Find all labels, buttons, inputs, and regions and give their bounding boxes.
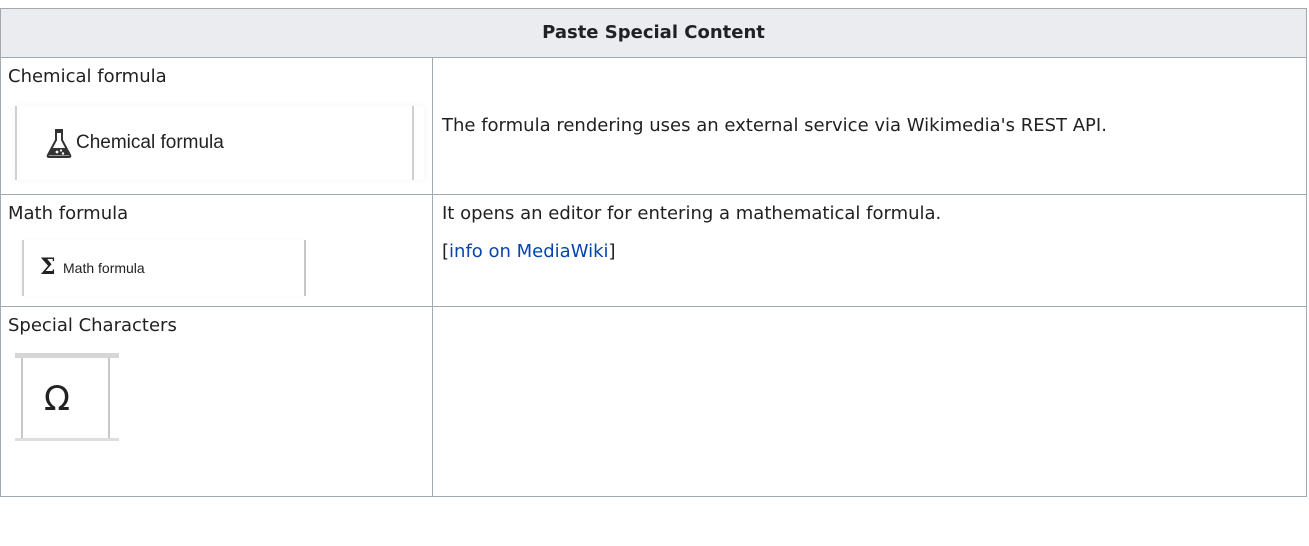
math-formula-button-screenshot: Σ Math formula	[22, 240, 306, 297]
feature-cell: Special Characters Ω	[0, 306, 433, 497]
table-row: Special Characters Ω	[0, 306, 1307, 497]
feature-description: It opens an editor for entering a mathem…	[442, 203, 942, 224]
feature-description: The formula rendering uses an external s…	[442, 114, 1107, 136]
feature-name: Special Characters	[8, 315, 177, 336]
page: Paste Special Content Chemical formula C…	[0, 0, 1309, 546]
flask-icon	[46, 129, 72, 159]
paste-special-table: Paste Special Content Chemical formula C…	[0, 8, 1307, 497]
feature-cell: Math formula Σ Math formula	[0, 194, 433, 307]
chemical-formula-button-label: Chemical formula	[76, 132, 224, 154]
table-row: Chemical formula Chemical formula The fo…	[0, 57, 1307, 195]
chemical-formula-button-screenshot: Chemical formula	[15, 106, 424, 181]
table-header: Paste Special Content	[0, 8, 1307, 58]
special-characters-button-screenshot: Ω	[15, 353, 119, 442]
feature-name: Chemical formula	[8, 66, 167, 87]
description-cell: It opens an editor for entering a mathem…	[432, 194, 1307, 307]
description-cell: The formula rendering uses an external s…	[432, 57, 1307, 195]
info-link-paragraph: [info on MediaWiki]	[442, 241, 616, 263]
sigma-icon: Σ	[40, 254, 56, 281]
feature-name: Math formula	[8, 203, 129, 224]
table-row: Math formula Σ Math formula It opens an …	[0, 194, 1307, 307]
feature-cell: Chemical formula Chemical formula	[0, 57, 433, 195]
math-formula-button-label: Math formula	[63, 260, 145, 277]
description-cell	[432, 306, 1307, 497]
info-on-mediawiki-link[interactable]: info on MediaWiki	[449, 241, 609, 262]
omega-icon: Ω	[44, 379, 70, 420]
